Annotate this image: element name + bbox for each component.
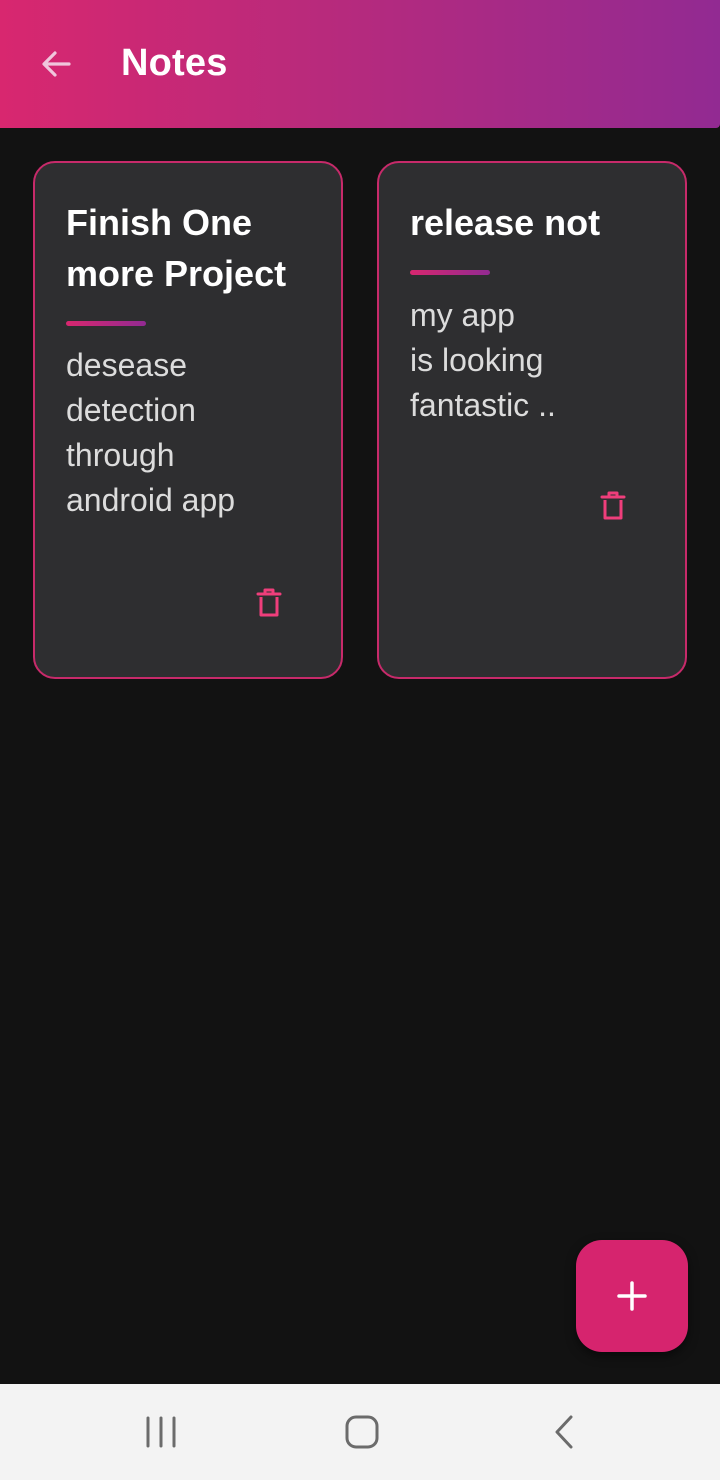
system-nav-bar [0,1384,720,1480]
note-body: my app is looking fantastic .. [410,297,556,423]
note-title: Finish One more Project [66,202,287,294]
home-icon [345,1415,379,1449]
trash-icon [256,588,282,617]
app-bar: Notes [0,0,720,128]
back-button[interactable] [28,36,84,92]
note-card[interactable]: Finish One more Project desease detectio… [33,161,343,679]
home-button[interactable] [330,1404,394,1460]
page-title: Notes [121,42,228,84]
note-body: desease detection through android app [66,347,236,518]
trash-icon [600,491,626,520]
recents-icon [146,1416,176,1448]
recents-button[interactable] [129,1404,193,1460]
note-card[interactable]: release not my app is looking fantastic … [377,161,687,679]
delete-note-button[interactable] [591,484,635,528]
note-title: release not [410,202,601,243]
system-back-button[interactable] [532,1404,596,1460]
delete-note-button[interactable] [247,581,291,625]
chevron-left-icon [555,1415,573,1449]
arrow-left-icon [42,51,71,77]
note-divider [66,321,146,326]
add-note-button[interactable] [576,1240,688,1352]
note-divider [410,270,490,275]
plus-icon [617,1281,647,1311]
